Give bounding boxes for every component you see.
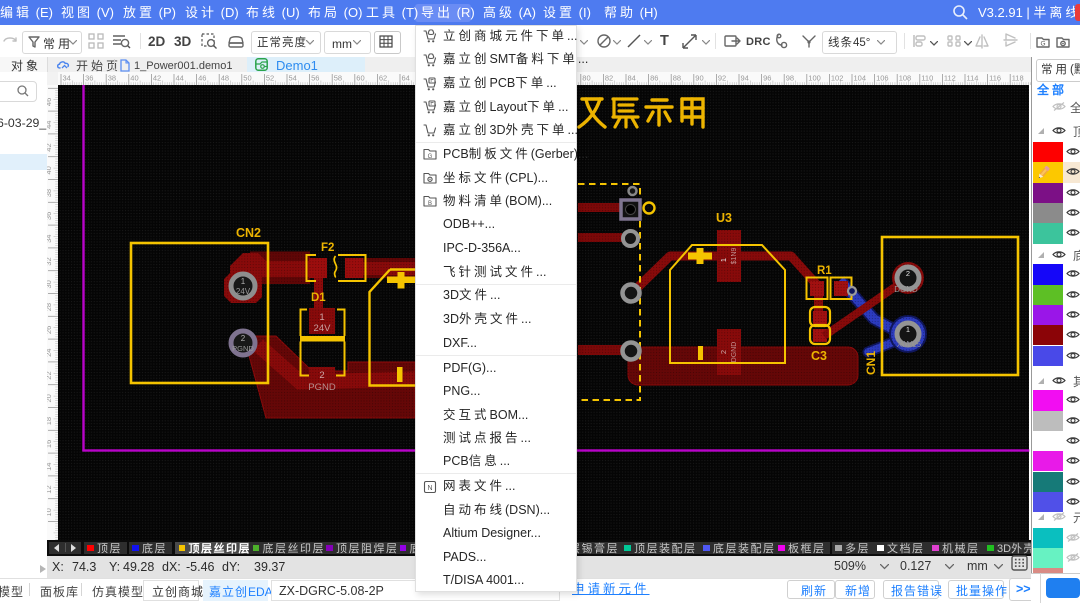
svg-text:116: 116 [989,74,1001,83]
svg-text:104: 104 [854,74,867,83]
svg-text:U3: U3 [716,211,732,225]
svg-text:44: 44 [176,74,184,83]
svg-text:1: 1 [319,312,324,323]
svg-text:36: 36 [47,212,53,220]
svg-text:12: 12 [47,485,53,493]
svg-text:50: 50 [243,74,251,83]
svg-text:88: 88 [673,74,681,83]
svg-text:CN2: CN2 [236,226,261,240]
svg-text:$1N9: $1N9 [731,248,738,265]
svg-text:D1: D1 [311,292,326,304]
svg-text:1: 1 [241,277,246,286]
svg-text:84: 84 [628,74,636,83]
svg-text:R1: R1 [817,265,832,277]
svg-text:80: 80 [582,74,590,83]
svg-text:16: 16 [47,440,53,448]
svg-text:38: 38 [47,189,53,197]
svg-text:10: 10 [47,508,53,516]
svg-text:N: N [427,485,432,492]
svg-text:F2: F2 [321,242,334,254]
svg-text:CN1: CN1 [864,351,878,375]
svg-text:60: 60 [356,74,364,83]
svg-text:58: 58 [334,74,342,83]
svg-text:C3: C3 [811,349,827,363]
svg-text:X1N15: X1N15 [897,340,922,349]
svg-text:2: 2 [719,350,728,354]
svg-text:30: 30 [47,280,53,288]
svg-text:22: 22 [47,371,53,379]
svg-text:40: 40 [47,166,53,174]
svg-text:2: 2 [319,370,324,381]
svg-text:24V: 24V [314,323,332,334]
svg-text:110: 110 [921,74,933,83]
svg-text:48: 48 [221,74,229,83]
svg-text:108: 108 [899,74,912,83]
svg-text:32: 32 [47,257,53,265]
svg-text:114: 114 [967,74,979,83]
svg-text:G: G [1040,41,1045,48]
svg-text:1: 1 [719,258,728,262]
svg-text:34: 34 [47,235,53,243]
svg-text:46: 46 [47,98,53,106]
svg-text:DGND: DGND [731,342,738,363]
svg-text:42: 42 [153,74,161,83]
svg-text:118: 118 [1012,74,1024,83]
svg-text:44: 44 [47,121,53,129]
svg-text:14: 14 [47,463,53,471]
svg-text:82: 82 [605,74,613,83]
svg-text:B: B [428,201,432,207]
svg-text:92: 92 [718,74,726,83]
svg-text:28: 28 [47,303,53,311]
svg-text:86: 86 [650,74,658,83]
svg-text:46: 46 [198,74,206,83]
svg-text:1: 1 [906,325,910,334]
svg-text:96: 96 [763,74,771,83]
svg-text:24V: 24V [236,287,251,296]
svg-text:54: 54 [289,74,297,83]
svg-text:18: 18 [47,417,53,425]
svg-text:2: 2 [906,269,910,278]
svg-text:G: G [428,154,433,160]
svg-text:52: 52 [266,74,274,83]
svg-text:2: 2 [241,334,246,343]
svg-text:90: 90 [695,74,703,83]
svg-text:20: 20 [47,394,53,402]
svg-text:98: 98 [786,74,794,83]
svg-text:26: 26 [47,326,53,334]
svg-text:100: 100 [808,74,821,83]
svg-text:112: 112 [944,74,956,83]
svg-text:56: 56 [311,74,319,83]
svg-text:24: 24 [47,349,53,357]
svg-text:36: 36 [85,74,93,83]
svg-text:PGND: PGND [308,382,336,393]
svg-text:DGND: DGND [894,285,918,294]
svg-text:106: 106 [876,74,889,83]
svg-text:40: 40 [130,74,138,83]
svg-text:PGND: PGND [232,344,254,353]
svg-text:94: 94 [741,74,749,83]
svg-text:42: 42 [47,143,53,151]
svg-text:64: 64 [402,74,410,83]
svg-text:102: 102 [831,74,844,83]
svg-text:62: 62 [379,74,387,83]
svg-text:34: 34 [63,74,71,83]
svg-text:38: 38 [108,74,116,83]
